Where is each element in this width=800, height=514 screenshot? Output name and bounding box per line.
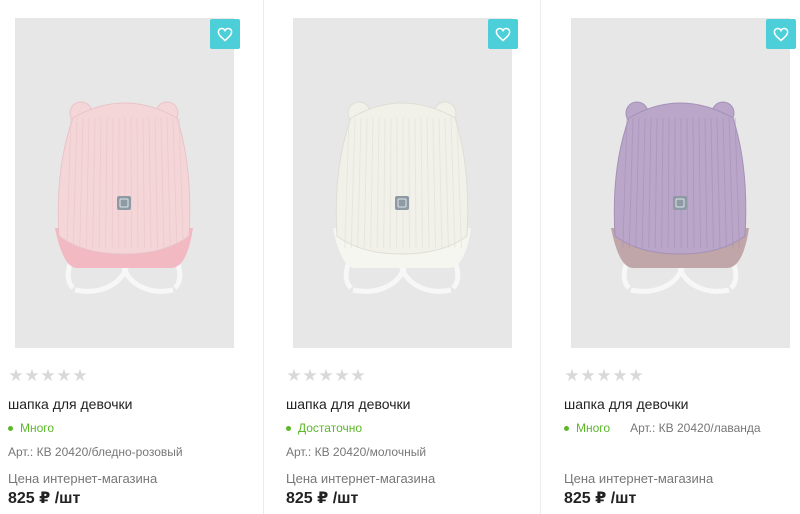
hat-label	[117, 196, 131, 210]
hat-label	[673, 196, 687, 210]
star-icon[interactable]: ★	[334, 366, 350, 386]
product-card[interactable]: ★★★★★ шапка для девочки Много Арт.: КВ 2…	[556, 0, 800, 514]
hat-knit-rib	[130, 117, 133, 249]
star-icon[interactable]: ★	[8, 366, 24, 386]
product-title[interactable]: шапка для девочки	[286, 395, 410, 413]
hat-label	[395, 196, 409, 210]
product-title[interactable]: шапка для девочки	[8, 395, 132, 413]
star-icon[interactable]: ★	[286, 366, 302, 386]
product-price: 825 ₽ /шт	[8, 490, 81, 507]
rating-stars[interactable]: ★★★★★	[8, 366, 88, 386]
product-card[interactable]: ★★★★★ шапка для девочки Много Арт.: КВ 2…	[0, 0, 262, 514]
hat-knit-rib	[408, 117, 411, 249]
heart-icon	[217, 27, 233, 42]
hat-knit-rib	[686, 117, 689, 249]
product-sku: Арт.: КВ 20420/лаванда	[630, 421, 761, 435]
price-label: Цена интернет-магазина	[286, 471, 436, 486]
stock-dot-icon	[286, 425, 291, 431]
rating-stars[interactable]: ★★★★★	[564, 366, 644, 386]
stock-status: Много	[8, 420, 54, 436]
star-icon[interactable]: ★	[628, 366, 644, 386]
card-divider	[540, 0, 541, 514]
hat-illustration	[611, 101, 749, 294]
price-label: Цена интернет-магазина	[564, 471, 714, 486]
product-card[interactable]: ★★★★★ шапка для девочки Достаточно Арт.:…	[278, 0, 540, 514]
star-icon[interactable]: ★	[580, 366, 596, 386]
star-icon[interactable]: ★	[40, 366, 56, 386]
favorite-button[interactable]	[488, 19, 518, 49]
stock-label: Достаточно	[298, 421, 363, 435]
product-title[interactable]: шапка для девочки	[564, 395, 688, 413]
heart-icon	[773, 27, 789, 42]
star-icon[interactable]: ★	[56, 366, 72, 386]
hat-illustration	[55, 101, 193, 294]
star-icon[interactable]: ★	[302, 366, 318, 386]
stock-label: Много	[576, 421, 611, 435]
stock-dot-icon	[8, 425, 13, 431]
product-price: 825 ₽ /шт	[286, 490, 359, 507]
star-icon[interactable]: ★	[564, 366, 580, 386]
product-sku: Арт.: КВ 20420/бледно-розовый	[8, 445, 183, 459]
rating-stars[interactable]: ★★★★★	[286, 366, 366, 386]
product-image[interactable]	[293, 18, 512, 348]
favorite-button[interactable]	[210, 19, 240, 49]
stock-status: Достаточно	[286, 420, 362, 436]
stock-dot-icon	[564, 425, 569, 431]
product-price: 825 ₽ /шт	[564, 490, 637, 507]
star-icon[interactable]: ★	[612, 366, 628, 386]
stock-status: Много Арт.: КВ 20420/лаванда	[564, 420, 761, 436]
hat-illustration	[333, 101, 471, 294]
star-icon[interactable]: ★	[596, 366, 612, 386]
product-sku: Арт.: КВ 20420/молочный	[286, 445, 427, 459]
favorite-button[interactable]	[766, 19, 796, 49]
star-icon[interactable]: ★	[24, 366, 40, 386]
star-icon[interactable]: ★	[318, 366, 334, 386]
product-image[interactable]	[15, 18, 234, 348]
card-divider	[263, 0, 264, 514]
star-icon[interactable]: ★	[72, 366, 88, 386]
product-image[interactable]	[571, 18, 790, 348]
heart-icon	[495, 27, 511, 42]
price-label: Цена интернет-магазина	[8, 471, 158, 486]
star-icon[interactable]: ★	[350, 366, 366, 386]
stock-label: Много	[20, 421, 55, 435]
